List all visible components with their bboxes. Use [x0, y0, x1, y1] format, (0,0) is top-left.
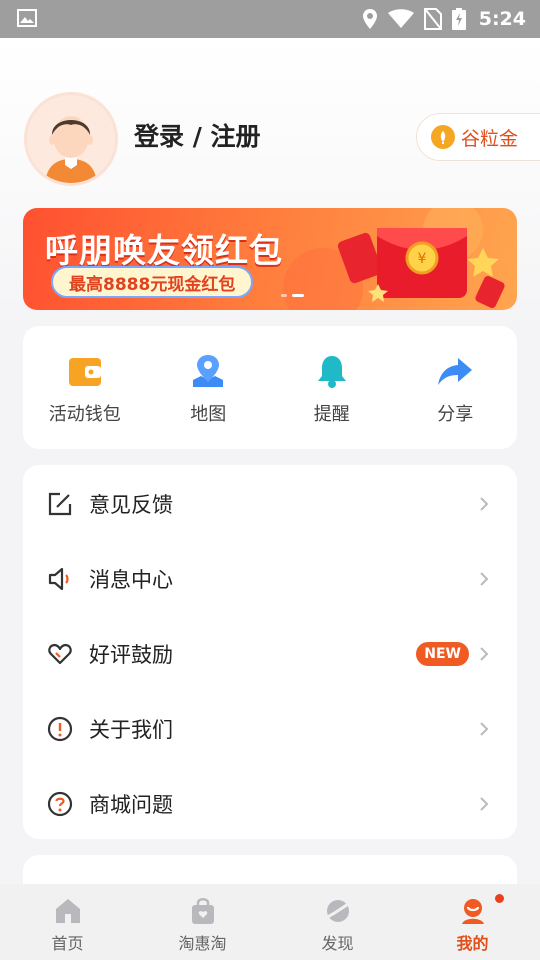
location-icon — [363, 9, 377, 29]
edit-icon — [48, 492, 72, 515]
menu-item-label: 商城问题 — [89, 792, 173, 817]
menu-item-rating[interactable]: 好评鼓励 NEW — [23, 616, 517, 691]
tab-discover[interactable]: 发现 — [270, 884, 405, 960]
quick-action-label: 分享 — [437, 404, 474, 425]
question-icon — [47, 791, 73, 816]
info-icon — [47, 716, 73, 741]
notification-dot — [495, 894, 504, 903]
chevron-right-icon — [480, 796, 489, 811]
menu-item-messages[interactable]: 消息中心 — [23, 541, 517, 616]
banner-pager — [281, 294, 304, 297]
svg-text:¥: ¥ — [418, 251, 427, 267]
invite-friends-banner[interactable]: ¥ 呼朋唤友领红包 最高8888元现金红包 — [23, 208, 517, 310]
quick-action-wallet[interactable]: 活动钱包 — [23, 326, 147, 449]
tab-label: 淘惠淘 — [178, 934, 227, 953]
tab-label: 首页 — [51, 934, 84, 953]
quick-action-share[interactable]: 分享 — [394, 326, 518, 449]
share-icon — [438, 358, 473, 385]
tab-mine[interactable]: 我的 — [405, 884, 540, 960]
avatar[interactable] — [24, 92, 118, 186]
image-notification-icon — [17, 9, 37, 27]
bottom-tab-bar: 首页 淘惠淘 发现 我的 — [0, 884, 540, 960]
quick-action-label: 活动钱包 — [48, 404, 121, 425]
planet-icon — [323, 900, 352, 922]
quick-action-map[interactable]: 地图 — [147, 326, 271, 449]
menu-item-shop-issues[interactable]: 商城问题 — [23, 766, 517, 841]
chevron-right-icon — [480, 571, 489, 586]
grain-gold-label: 谷粒金 — [461, 127, 519, 150]
chevron-right-icon — [480, 646, 489, 661]
battery-charging-icon — [452, 8, 466, 30]
quick-action-label: 地图 — [190, 404, 227, 425]
chevron-right-icon — [480, 496, 489, 511]
speaker-icon — [48, 567, 69, 590]
login-register-link[interactable]: 登录 / 注册 — [134, 120, 261, 154]
banner-subtitle: 最高8888元现金红包 — [51, 266, 254, 298]
settings-menu-card: 意见反馈 消息中心 好评鼓励 NEW 关于我们 商城问题 — [23, 465, 517, 839]
menu-item-about[interactable]: 关于我们 — [23, 691, 517, 766]
menu-item-label: 消息中心 — [89, 567, 173, 592]
quick-action-reminder[interactable]: 提醒 — [270, 326, 394, 449]
menu-item-label: 好评鼓励 — [89, 642, 173, 667]
default-avatar-icon — [27, 95, 115, 183]
banner-title: 呼朋唤友领红包 — [45, 231, 283, 270]
bell-icon — [317, 356, 346, 388]
tab-taohuitao[interactable]: 淘惠淘 — [135, 884, 270, 960]
menu-item-label: 意见反馈 — [89, 492, 173, 517]
tab-home[interactable]: 首页 — [0, 884, 135, 960]
wallet-icon — [68, 358, 101, 386]
wifi-icon — [388, 9, 414, 28]
new-badge: NEW — [416, 641, 469, 666]
map-pin-icon — [193, 355, 224, 387]
pager-dot — [281, 294, 287, 297]
menu-item-feedback[interactable]: 意见反馈 — [23, 466, 517, 541]
home-icon — [55, 899, 80, 923]
tab-label: 我的 — [456, 934, 489, 953]
grain-coin-icon — [431, 125, 455, 149]
pager-dot-active — [292, 294, 304, 297]
tab-label: 发现 — [321, 934, 354, 953]
quick-actions-card: 活动钱包 地图 提醒 分享 — [23, 326, 517, 449]
grain-gold-button[interactable]: 谷粒金 — [416, 113, 540, 161]
clock-time: 5:24 — [478, 8, 526, 30]
quick-action-label: 提醒 — [313, 404, 350, 425]
no-sim-icon — [424, 8, 442, 30]
heart-icon — [48, 643, 72, 664]
bag-icon — [191, 898, 214, 924]
profile-icon — [461, 899, 484, 924]
status-bar: 5:24 — [0, 0, 540, 38]
chevron-right-icon — [480, 721, 489, 736]
menu-item-label: 关于我们 — [89, 717, 173, 742]
